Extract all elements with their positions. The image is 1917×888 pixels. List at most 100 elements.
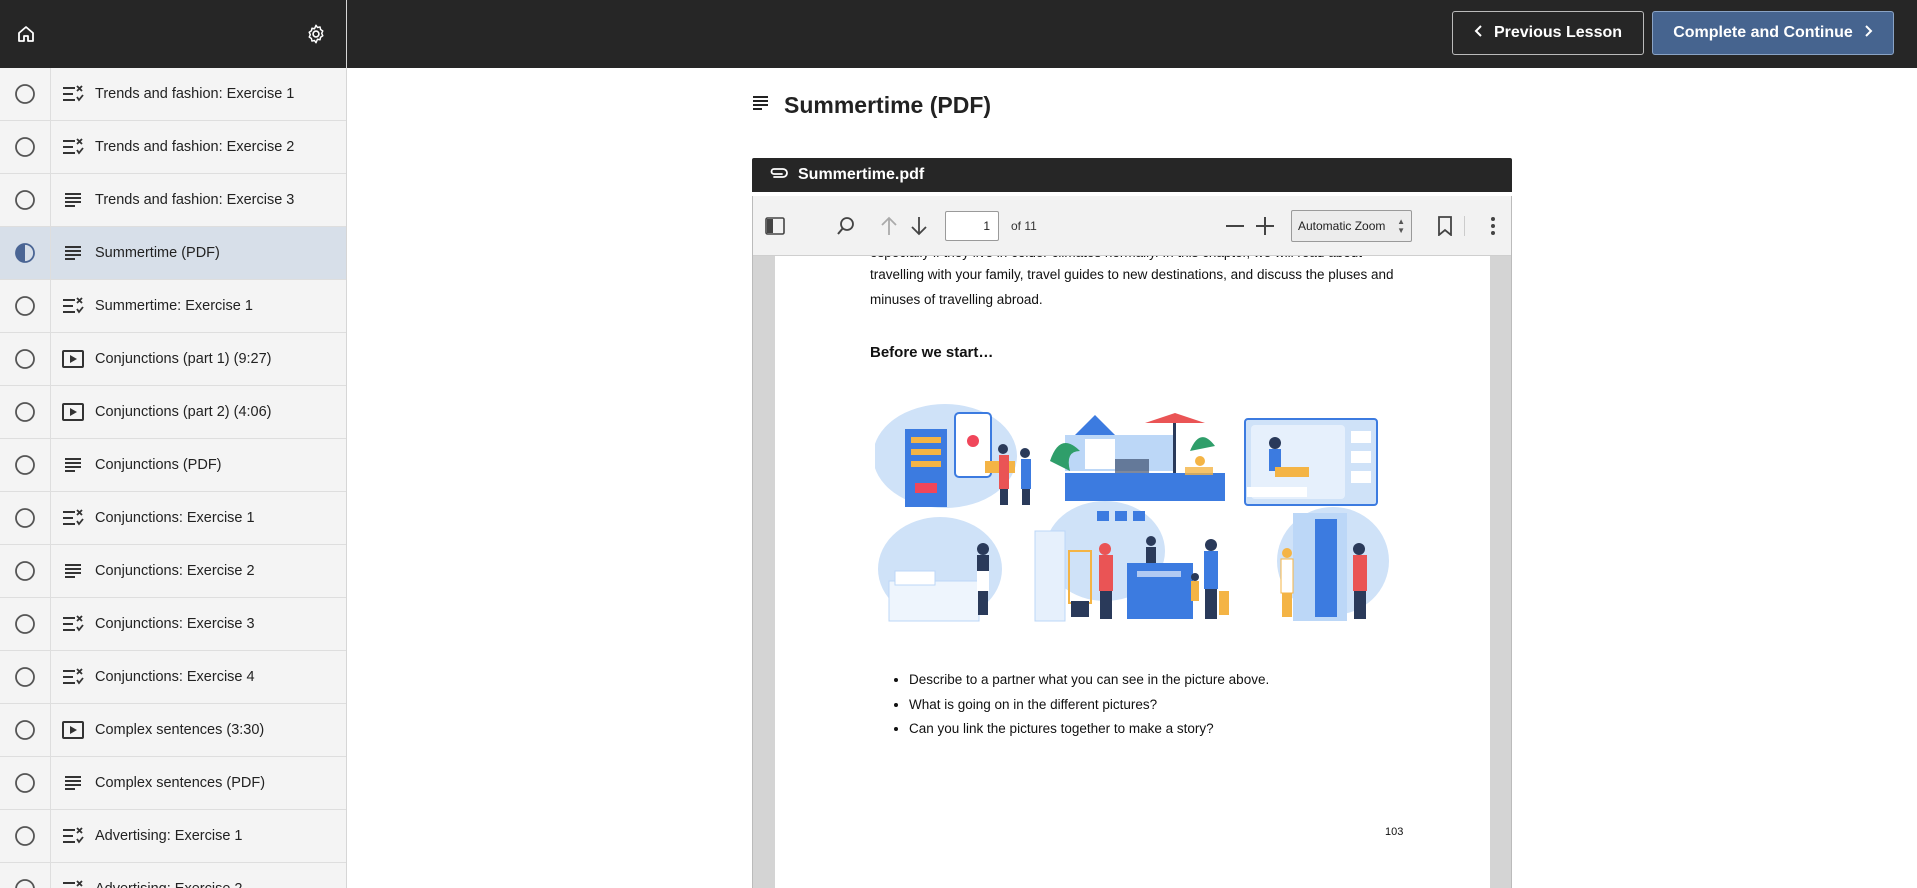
sidebar-lesson-item[interactable]: Complex sentences (PDF) (0, 757, 346, 810)
lesson-heading: Summertime (PDF) (752, 92, 991, 119)
lesson-label: Advertising: Exercise 1 (95, 828, 243, 844)
arrow-down-icon[interactable] (907, 214, 931, 238)
empty-circle-status-icon (0, 401, 50, 423)
lesson-label: Complex sentences (3:30) (95, 722, 265, 738)
arrow-up-icon[interactable] (877, 214, 901, 238)
empty-circle-status-icon (0, 189, 50, 211)
complete-and-continue-label: Complete and Continue (1673, 24, 1853, 41)
pdf-page: especially if they live in colder climat… (775, 256, 1490, 888)
paperclip-icon (768, 166, 790, 185)
pdf-viewer: 1 of 11 Automatic Zoom ▲▼ especially if … (752, 196, 1512, 888)
zoom-out-icon[interactable] (1223, 214, 1247, 238)
sidebar-lesson-item[interactable]: Conjunctions (part 1) (9:27) (0, 333, 346, 386)
empty-circle-status-icon (0, 295, 50, 317)
sidebar-lesson-item[interactable]: Conjunctions: Exercise 4 (0, 651, 346, 704)
empty-circle-status-icon (0, 613, 50, 635)
lesson-label: Conjunctions (part 1) (9:27) (95, 351, 272, 367)
pdf-toolbar: 1 of 11 Automatic Zoom ▲ ▼ (753, 196, 1511, 256)
page-total: of 11 (1011, 219, 1037, 233)
lesson-label: Complex sentences (PDF) (95, 775, 266, 791)
zoom-value: Automatic Zoom (1298, 219, 1386, 233)
sidebar-lesson-item[interactable]: Trends and fashion: Exercise 3 (0, 174, 346, 227)
previous-lesson-button[interactable]: Previous Lesson (1452, 11, 1644, 55)
pdf-paragraph-line-2: minuses of travelling abroad. (870, 292, 1043, 307)
sidebar-lesson-item[interactable]: Conjunctions: Exercise 2 (0, 545, 346, 598)
text-icon (51, 563, 95, 579)
sidebar-lesson-item[interactable]: Trends and fashion: Exercise 2 (0, 121, 346, 174)
page-title: Summertime (PDF) (784, 92, 992, 118)
chevron-right-icon (1863, 24, 1873, 42)
sidebar-lesson-item[interactable]: Complex sentences (3:30) (0, 704, 346, 757)
quiz-icon (51, 880, 95, 888)
lesson-label: Advertising: Exercise 2 (95, 881, 242, 888)
sidebar-header (0, 0, 346, 68)
empty-circle-status-icon (0, 825, 50, 847)
zoom-in-icon[interactable] (1253, 214, 1277, 238)
home-icon[interactable] (10, 18, 42, 50)
empty-circle-status-icon (0, 136, 50, 158)
sidebar-lesson-item[interactable]: Conjunctions: Exercise 3 (0, 598, 346, 651)
empty-circle-status-icon (0, 348, 50, 370)
text-icon (51, 775, 95, 791)
list-item: What is going on in the different pictur… (909, 693, 1269, 718)
half-circle-status-icon (0, 242, 50, 264)
lesson-label: Conjunctions: Exercise 1 (95, 510, 255, 526)
sidebar-lesson-item[interactable]: Summertime (PDF) (0, 227, 346, 280)
pdf-bullet-list: Describe to a partner what you can see i… (909, 668, 1269, 742)
empty-circle-status-icon (0, 772, 50, 794)
complete-and-continue-button[interactable]: Complete and Continue (1652, 11, 1894, 55)
quiz-icon (51, 827, 95, 845)
attachment-filename: Summertime.pdf (798, 166, 925, 183)
quiz-icon (51, 509, 95, 527)
select-arrows-icon: ▲ ▼ (1397, 217, 1405, 235)
page-number-input[interactable]: 1 (945, 211, 999, 241)
sidebar-lesson-item[interactable]: Advertising: Exercise 1 (0, 810, 346, 863)
lesson-label: Summertime: Exercise 1 (95, 298, 253, 314)
sidebar-lesson-item[interactable]: Conjunctions (PDF) (0, 439, 346, 492)
lesson-label: Trends and fashion: Exercise 3 (95, 192, 295, 208)
lesson-label: Conjunctions (part 2) (4:06) (95, 404, 272, 420)
course-sidebar: Trends and fashion: Exercise 1 Trends and… (0, 0, 347, 888)
pdf-section-heading: Before we start… (870, 344, 994, 361)
text-icon (51, 245, 95, 261)
settings-gear-icon[interactable] (300, 18, 332, 50)
lesson-label: Conjunctions: Exercise 2 (95, 563, 255, 579)
empty-circle-status-icon (0, 878, 50, 888)
quiz-icon (51, 668, 95, 686)
video-icon (51, 403, 95, 421)
sidebar-toggle-icon[interactable] (763, 214, 787, 238)
chevron-left-icon (1474, 24, 1484, 42)
text-lines-icon (752, 95, 770, 116)
more-vertical-icon[interactable] (1481, 214, 1505, 238)
toolbar-divider (1464, 216, 1465, 236)
sidebar-lesson-item[interactable]: Conjunctions (part 2) (4:06) (0, 386, 346, 439)
pdf-paragraph-line-1: travelling with your family, travel guid… (870, 267, 1394, 282)
sidebar-lesson-item[interactable]: Summertime: Exercise 1 (0, 280, 346, 333)
previous-lesson-label: Previous Lesson (1493, 24, 1623, 41)
empty-circle-status-icon (0, 83, 50, 105)
sidebar-lesson-item[interactable]: Conjunctions: Exercise 1 (0, 492, 346, 545)
lesson-label: Summertime (PDF) (95, 245, 220, 261)
text-icon (51, 457, 95, 473)
lesson-label: Conjunctions: Exercise 3 (95, 616, 255, 632)
lesson-label: Trends and fashion: Exercise 2 (95, 139, 295, 155)
lesson-label: Conjunctions (PDF) (95, 457, 222, 473)
lesson-label: Trends and fashion: Exercise 1 (95, 86, 295, 102)
lesson-label: Conjunctions: Exercise 4 (95, 669, 255, 685)
empty-circle-status-icon (0, 454, 50, 476)
empty-circle-status-icon (0, 507, 50, 529)
empty-circle-status-icon (0, 560, 50, 582)
pdf-page-number: 103 (1385, 826, 1404, 838)
quiz-icon (51, 615, 95, 633)
empty-circle-status-icon (0, 666, 50, 688)
search-icon[interactable] (834, 214, 858, 238)
list-item: Can you link the pictures together to ma… (909, 717, 1269, 742)
sidebar-lesson-item[interactable]: Advertising: Exercise 2 (0, 863, 346, 888)
quiz-icon (51, 138, 95, 156)
quiz-icon (51, 297, 95, 315)
bookmark-icon[interactable] (1433, 214, 1457, 238)
attachment-header: Summertime.pdf (752, 158, 1512, 192)
quiz-icon (51, 85, 95, 103)
sidebar-lesson-item[interactable]: Trends and fashion: Exercise 1 (0, 68, 346, 121)
zoom-select[interactable]: Automatic Zoom ▲ ▼ (1291, 210, 1412, 242)
